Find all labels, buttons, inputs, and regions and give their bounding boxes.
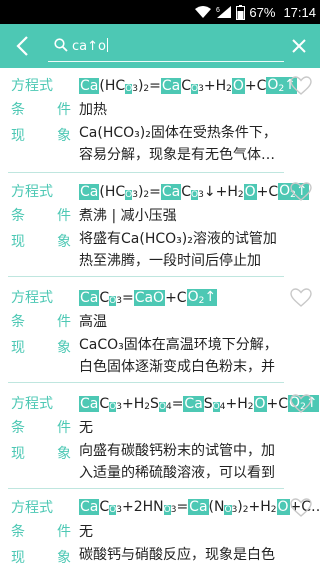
result-condition-row: 条件 无 <box>11 416 93 438</box>
result-condition-row: 条件 加热 <box>11 98 107 120</box>
search-icon <box>54 38 68 52</box>
condition-label: 条件 <box>11 102 71 118</box>
search-query: ca↑o <box>72 39 106 54</box>
result-condition-row: 条件 煮沸 | 减小压强 <box>11 204 177 226</box>
condition-text: 加热 <box>79 102 107 118</box>
battery-icon <box>236 4 246 20</box>
result-condition-row: 条件 高温 <box>11 310 107 332</box>
status-bar: 6 67% 17:14 <box>0 0 320 24</box>
result-phenomenon-row: 现象 向盛有碳酸钙粉末的试管中，加入适量的稀硫酸溶液，可以看到有… <box>11 440 279 484</box>
condition-text: 煮沸 | 减小压强 <box>79 208 177 224</box>
equation-label: 方程式 <box>11 290 53 306</box>
phenomenon-label: 现象 <box>11 128 71 144</box>
result-condition-row: 条件 无 <box>11 520 93 542</box>
search-input[interactable]: ca↑o <box>48 30 284 62</box>
divider <box>8 382 284 383</box>
condition-label: 条件 <box>11 314 71 330</box>
heart-outline-icon[interactable] <box>290 76 312 96</box>
phenomenon-text: CaCO₃固体在高温环境下分解，白色固体逐渐变成白色粉末，并且… <box>79 337 278 375</box>
equation-label: 方程式 <box>11 396 53 412</box>
equation-text: Ca C O 3 +H 2 S O 4 = Ca S O 4 +H 2 O +C O2↑ <box>79 394 319 412</box>
equation-text: Ca C O 3 = CaO +C O2↑ <box>79 288 218 306</box>
equation-text: CaCO3+2HNO3=Ca(NO3)2+H2O+C… <box>79 499 320 515</box>
divider <box>8 172 284 173</box>
condition-label: 条件 <box>11 208 71 224</box>
equation-label: 方程式 <box>11 78 53 94</box>
equation-text: Ca (HC O 3) 2 = Ca C O 3 +H 2 O +C O2↑ <box>79 76 297 94</box>
condition-label: 条件 <box>11 524 71 540</box>
status-icons: 6 67% 17:14 <box>194 0 316 24</box>
condition-text: 高温 <box>79 314 107 330</box>
result-phenomenon-row: 现象 将盛有Ca(HCO₃)₂溶液的试管加热至沸腾，一段时间后停止加热，… <box>11 228 279 272</box>
phenomenon-label: 现象 <box>11 550 71 566</box>
heart-outline-icon[interactable] <box>290 498 312 518</box>
result-equation-row[interactable]: 方程式 Ca (HC O 3) 2 = Ca C O 3 ↓+H 2 O +C O2↑ <box>11 180 309 202</box>
phenomenon-text: 向盛有碳酸钙粉末的试管中，加入适量的稀硫酸溶液，可以看到有… <box>79 443 275 481</box>
result-equation-row[interactable]: 方程式 Ca C O 3 +H 2 S O 4 = Ca S O 4 +H 2 O +C O2↑ <box>11 392 319 414</box>
search-toolbar: ca↑o <box>0 24 320 68</box>
divider <box>8 276 284 277</box>
clock: 17:14 <box>283 4 316 20</box>
phenomenon-text: 将盛有Ca(HCO₃)₂溶液的试管加热至沸腾，一段时间后停止加热，… <box>79 231 277 269</box>
condition-text: 无 <box>79 524 93 540</box>
back-button[interactable] <box>4 28 40 64</box>
result-phenomenon-row: 现象 CaCO₃固体在高温环境下分解，白色固体逐渐变成白色粉末，并且… <box>11 334 279 378</box>
heart-outline-icon[interactable] <box>290 288 312 308</box>
svg-text:6: 6 <box>216 7 220 14</box>
battery-percent: 67% <box>249 4 276 20</box>
equation-label: 方程式 <box>11 184 53 200</box>
equation-label: 方程式 <box>11 500 53 516</box>
signal-icon: 6 <box>216 6 232 18</box>
result-equation-row[interactable]: 方程式 CaCO3+2HNO3=Ca(NO3)2+H2O+C… <box>11 496 320 518</box>
phenomenon-label: 现象 <box>11 234 71 250</box>
result-equation-row[interactable]: 方程式 Ca (HC O 3) 2 = Ca C O 3 +H 2 O +C O2↑ <box>11 74 297 96</box>
phenomenon-text: 碳酸钙与硝酸反应，现象是白色固体逐渐溶解，… <box>79 547 275 563</box>
back-chevron-icon <box>16 36 28 56</box>
phenomenon-label: 现象 <box>11 340 71 356</box>
close-icon <box>292 39 306 53</box>
result-equation-row[interactable]: 方程式 Ca C O 3 = CaO +C O2↑ <box>11 286 218 308</box>
results-list[interactable]: 方程式 Ca (HC O 3) 2 = Ca C O 3 +H 2 O +C O2↑ 条件 加热 现象 Ca… <box>0 68 320 569</box>
equation-text: Ca (HC O 3) 2 = Ca C O 3 ↓+H 2 O +C O2↑ <box>79 182 309 200</box>
heart-outline-icon[interactable] <box>290 394 312 414</box>
heart-outline-icon[interactable] <box>290 182 312 202</box>
wifi-icon <box>195 6 212 18</box>
phenomenon-label: 现象 <box>11 446 71 462</box>
result-phenomenon-row: 现象 碳酸钙与硝酸反应，现象是白色固体逐渐溶解，… <box>11 544 279 569</box>
clear-search-button[interactable] <box>284 31 314 61</box>
condition-text: 无 <box>79 420 93 436</box>
divider <box>8 488 284 489</box>
condition-label: 条件 <box>11 420 71 436</box>
result-phenomenon-row: 现象 Ca(HCO₃)₂固体在受热条件下，容易分解，现象是有无色气体… <box>11 122 279 166</box>
text-cursor <box>106 38 108 52</box>
phenomenon-text: Ca(HCO₃)₂固体在受热条件下，容易分解，现象是有无色气体… <box>79 125 277 163</box>
